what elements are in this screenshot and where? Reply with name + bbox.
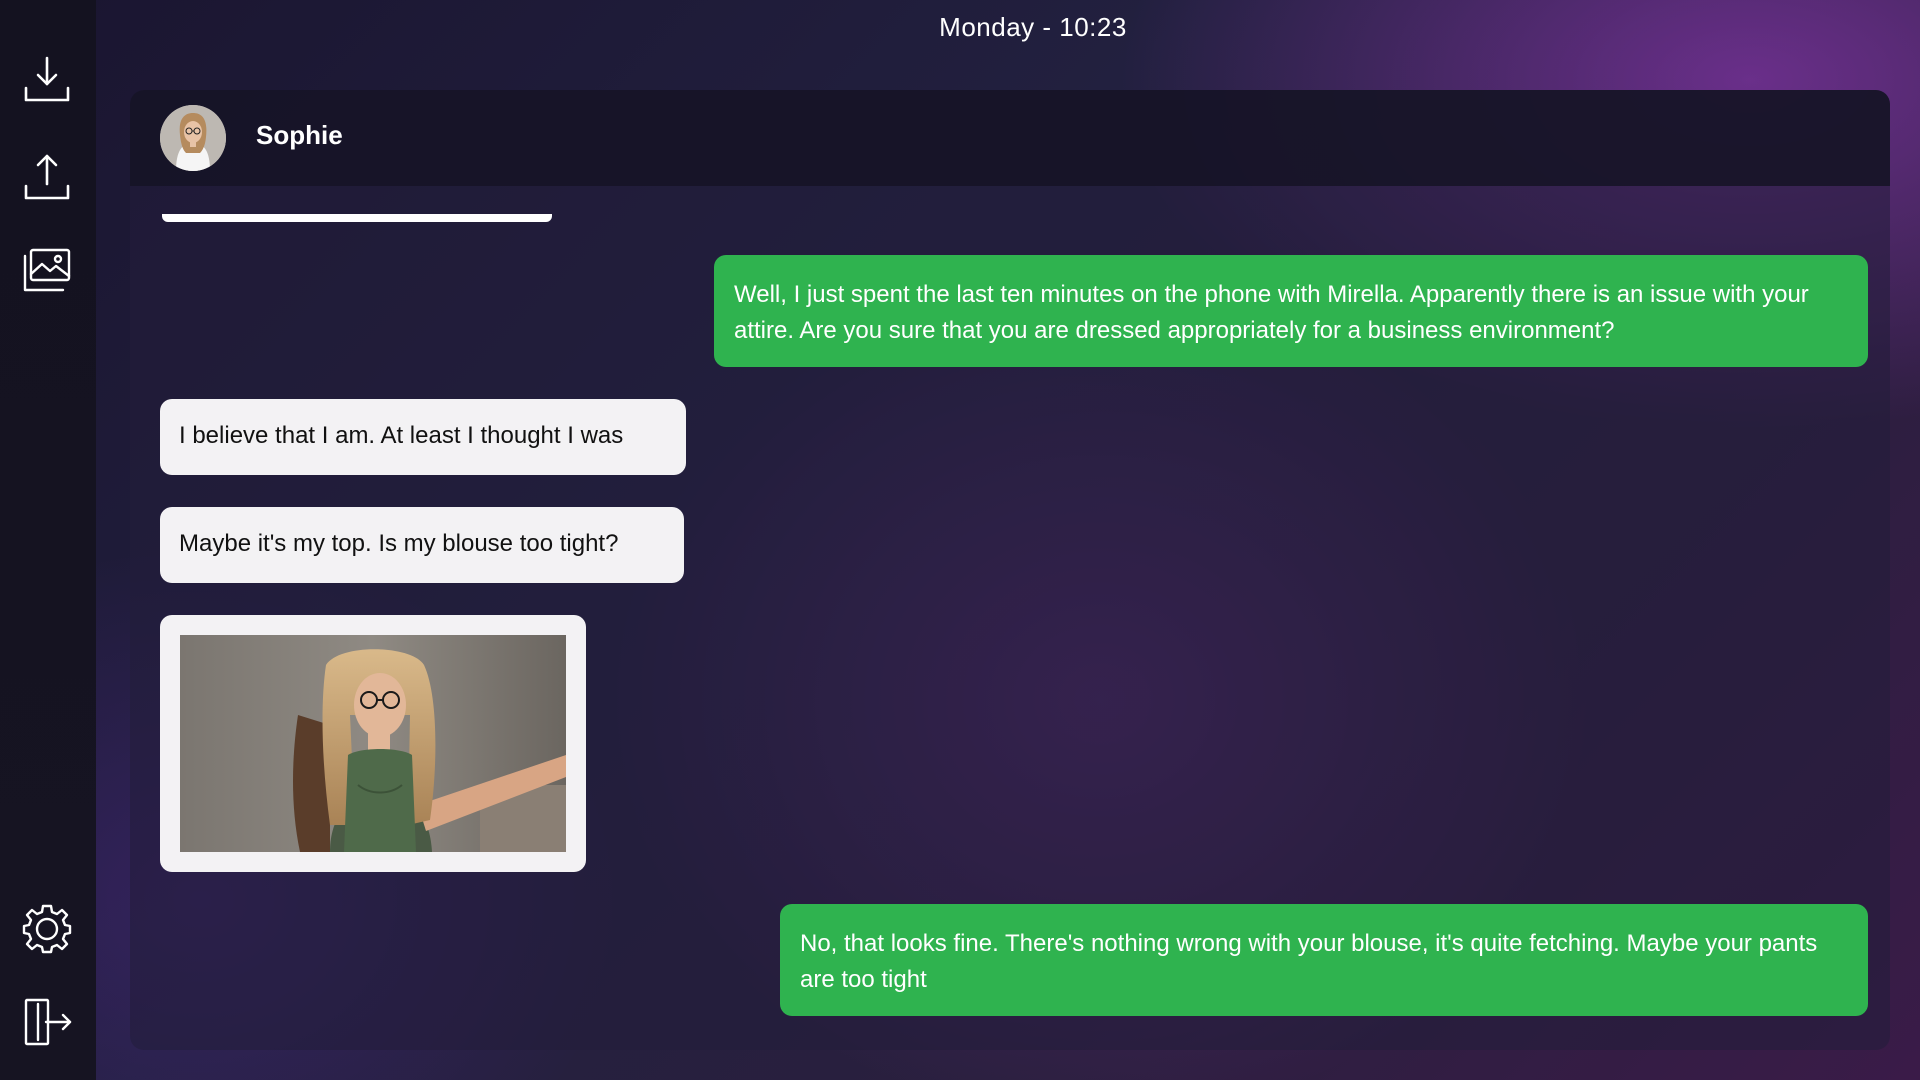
upload-icon — [24, 154, 70, 200]
avatar — [160, 105, 226, 171]
gear-icon — [22, 904, 72, 954]
settings-button[interactable] — [18, 900, 76, 958]
message-incoming: Maybe it's my top. Is my blouse too tigh… — [160, 507, 684, 583]
message-outgoing: No, that looks fine. There's nothing wro… — [780, 904, 1868, 1016]
message-outgoing: Well, I just spent the last ten minutes … — [714, 255, 1868, 367]
gallery-icon — [23, 248, 71, 292]
exit-button[interactable] — [18, 993, 76, 1051]
contact-name: Sophie — [256, 120, 343, 150]
clock-text: Monday - 10:23 — [939, 12, 1127, 42]
exit-icon — [24, 998, 72, 1046]
download-button[interactable] — [18, 50, 76, 108]
download-icon — [24, 56, 70, 102]
photo-attachment — [180, 635, 566, 852]
scroll-indicator — [162, 214, 552, 222]
chat-panel: Sophie Well, I just spent the last ten m… — [130, 90, 1890, 1050]
sidebar — [0, 0, 96, 1080]
clock-display: Monday - 10:23 — [96, 12, 1920, 43]
message-image[interactable] — [160, 615, 586, 872]
message-incoming: I believe that I am. At least I thought … — [160, 399, 686, 475]
chat-header: Sophie — [130, 90, 1890, 186]
gallery-button[interactable] — [18, 242, 76, 300]
upload-button[interactable] — [18, 146, 76, 204]
